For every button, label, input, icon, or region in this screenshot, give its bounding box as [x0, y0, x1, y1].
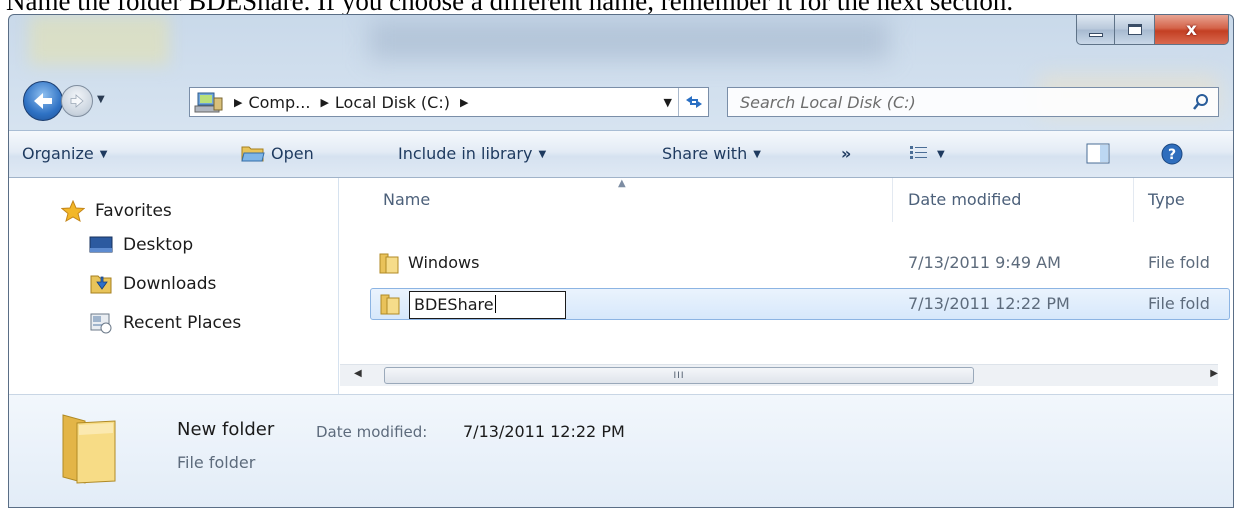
file-type: File fold [1148, 253, 1210, 272]
organize-label: Organize [22, 144, 94, 163]
breadcrumb-local-disk[interactable]: Local Disk (C:) [335, 93, 450, 112]
maximize-button[interactable] [1115, 15, 1155, 45]
nav-downloads[interactable]: Downloads [89, 273, 216, 295]
breadcrumb-separator-icon[interactable]: ▶ [234, 96, 242, 109]
address-bar[interactable]: ▶ Comp... ▶ Local Disk (C:) ▶ ▼ [189, 87, 709, 117]
column-divider[interactable] [1133, 178, 1134, 222]
include-in-library-menu[interactable]: Include in library ▼ [398, 144, 546, 163]
share-with-label: Share with [662, 144, 748, 163]
file-date: 7/13/2011 9:49 AM [908, 253, 1061, 272]
search-field[interactable]: Search Local Disk (C:) [727, 87, 1219, 117]
help-icon: ? [1161, 143, 1183, 165]
chevron-down-icon: ▼ [538, 149, 547, 160]
glass-highlight [369, 20, 889, 60]
details-view-icon [910, 146, 927, 159]
nav-desktop-label: Desktop [123, 235, 194, 255]
desktop-icon [89, 236, 113, 253]
chevron-down-icon: ▼ [99, 149, 108, 160]
open-label: Open [271, 144, 314, 163]
column-header-type[interactable]: Type [1148, 190, 1185, 209]
recent-places-icon [90, 313, 112, 334]
details-type: File folder [177, 453, 256, 472]
maximize-icon [1127, 24, 1142, 35]
breadcrumb-computer[interactable]: Comp... [248, 93, 310, 112]
nav-recent-places-label: Recent Places [123, 313, 242, 333]
text-caret [494, 295, 496, 313]
include-in-library-label: Include in library [398, 144, 533, 163]
scroll-left-icon[interactable]: ◀ [354, 368, 362, 379]
caption-buttons: x [1076, 15, 1229, 45]
change-view-button[interactable]: ▼ [909, 144, 945, 163]
help-button[interactable]: ? [1160, 142, 1184, 170]
large-folder-icon [62, 414, 116, 484]
breadcrumb-separator-icon[interactable]: ▶ [320, 96, 328, 109]
search-icon[interactable] [1192, 93, 1210, 111]
column-header-date-modified[interactable]: Date modified [908, 190, 1021, 209]
nav-downloads-label: Downloads [123, 274, 217, 294]
back-button[interactable] [23, 81, 63, 121]
preview-pane-icon [1086, 143, 1110, 164]
preview-pane-button[interactable] [1086, 143, 1110, 169]
more-commands-button[interactable]: » [841, 144, 851, 163]
refresh-button[interactable] [678, 88, 708, 116]
details-name: New folder [177, 419, 275, 440]
nav-desktop[interactable]: Desktop [89, 234, 193, 256]
star-icon [61, 200, 85, 222]
table-row[interactable]: Windows 7/13/2011 9:49 AM File fold [370, 248, 1230, 280]
file-type: File fold [1148, 294, 1210, 313]
nav-favorites-label: Favorites [95, 201, 172, 221]
scrollbar-thumb[interactable]: III [384, 367, 974, 384]
details-date: 7/13/2011 12:22 PM [463, 422, 625, 441]
scroll-right-icon[interactable]: ▶ [1210, 368, 1218, 379]
downloads-icon [90, 275, 112, 294]
address-history-dropdown[interactable]: ▼ [664, 96, 672, 109]
svg-text:?: ? [1168, 147, 1176, 163]
back-arrow-icon [34, 93, 52, 109]
close-button[interactable]: x [1155, 15, 1229, 45]
open-folder-icon [241, 144, 265, 162]
chevron-down-icon: ▼ [753, 149, 761, 160]
details-date-label: Date modified: [316, 423, 428, 441]
folder-icon [379, 253, 399, 274]
command-bar: Organize ▼ Open Include in library ▼ Share… [9, 130, 1233, 178]
glass-highlight [29, 15, 169, 65]
nav-recent-places[interactable]: Recent Places [89, 312, 241, 334]
minimize-icon [1088, 32, 1103, 37]
share-with-menu[interactable]: Share with ▼ [662, 144, 761, 163]
column-divider[interactable] [892, 178, 893, 222]
computer-icon [194, 90, 224, 114]
minimize-button[interactable] [1076, 15, 1115, 45]
scrollbar-grip: III [673, 370, 685, 381]
nav-favorites[interactable]: Favorites [61, 200, 172, 222]
explorer-window: x ▼ ▶ Comp... ▶ Local Disk (C:) ▶ ▼ Sear… [8, 14, 1234, 508]
column-header-name[interactable]: Name [383, 190, 430, 209]
horizontal-scrollbar[interactable]: ◀ III ▶ [340, 364, 1218, 386]
file-list: ▲ Name Date modified Type Windows 7/13/2… [340, 178, 1233, 394]
organize-menu[interactable]: Organize ▼ [22, 144, 107, 163]
close-icon: x [1186, 19, 1197, 40]
forward-button[interactable] [61, 85, 93, 117]
table-row-selected[interactable]: BDEShare 7/13/2011 12:22 PM File fold [370, 288, 1230, 320]
open-button[interactable]: Open [241, 144, 314, 163]
breadcrumb-separator-icon[interactable]: ▶ [460, 96, 468, 109]
sort-ascending-icon: ▲ [618, 178, 626, 189]
details-pane: New folder Date modified: 7/13/2011 12:2… [9, 394, 1233, 507]
content-area: Favorites Desktop Downloads Recent Place… [9, 178, 1233, 394]
file-date: 7/13/2011 12:22 PM [908, 294, 1070, 313]
folder-icon [380, 294, 400, 315]
navigation-bar: ▼ ▶ Comp... ▶ Local Disk (C:) ▶ ▼ Search… [9, 77, 1233, 123]
recent-pages-dropdown[interactable]: ▼ [97, 94, 105, 105]
file-name: Windows [408, 253, 480, 272]
search-placeholder: Search Local Disk (C:) [740, 92, 916, 112]
forward-arrow-icon [70, 94, 84, 108]
refresh-icon [685, 96, 702, 108]
navigation-pane: Favorites Desktop Downloads Recent Place… [9, 178, 339, 394]
chevron-down-icon: ▼ [937, 149, 945, 160]
rename-input[interactable]: BDEShare [409, 291, 566, 319]
rename-input-value: BDEShare [414, 295, 494, 314]
